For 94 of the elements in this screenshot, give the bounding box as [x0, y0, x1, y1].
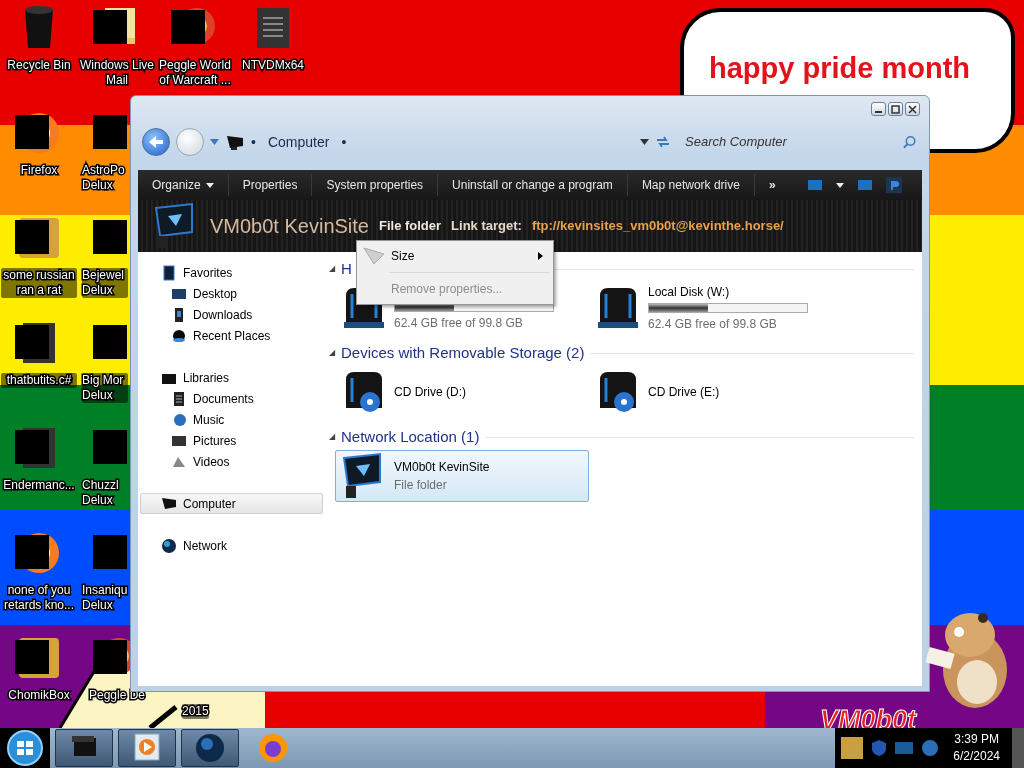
icon-label[interactable]: ChomikBox [1, 688, 77, 703]
wallpaper-text: VM0b0t [820, 704, 917, 737]
globe-icon [194, 732, 226, 764]
monitor-icon [225, 134, 245, 150]
clock[interactable]: 3:39 PM 6/2/2024 [947, 731, 1006, 765]
document-icon [171, 390, 187, 407]
icon-label[interactable]: Big Mor Delux [82, 373, 128, 403]
caret-icon [205, 182, 214, 188]
icon-label[interactable]: Recycle Bin [1, 58, 77, 73]
icon-label[interactable]: none of you retards kno... [1, 583, 77, 613]
drive-tile[interactable]: VM0b0t KevinSite File folder [335, 450, 589, 502]
breadcrumb-separator[interactable]: • [341, 131, 347, 153]
media-player-icon [131, 732, 163, 764]
help-icon[interactable] [885, 177, 902, 193]
collapse-arrow[interactable]: ◢ [329, 431, 335, 443]
menu-item[interactable]: Size [359, 243, 551, 269]
nav-item[interactable]: Downloads [140, 304, 323, 325]
group-header[interactable]: H [341, 257, 352, 281]
icon-label[interactable]: NTVDMx64 [235, 58, 311, 73]
toolbar-button[interactable]: Map network drive [627, 174, 755, 196]
icon-label[interactable]: Bejewel Delux [82, 268, 128, 298]
nav-item[interactable]: Computer [140, 493, 323, 514]
nav-item[interactable]: Music [140, 409, 323, 430]
submenu-arrow-icon [538, 252, 543, 260]
collapse-arrow[interactable]: ◢ [329, 263, 335, 275]
nav-item[interactable]: Pictures [140, 430, 323, 451]
app-icon[interactable] [841, 737, 864, 759]
nav-item[interactable]: Libraries [140, 367, 323, 388]
nav-item[interactable]: Recent Places [140, 325, 323, 346]
bubble-text: happy pride month [709, 51, 970, 86]
view-icon[interactable] [807, 180, 822, 190]
sphere-icon [171, 327, 187, 344]
icon-label[interactable]: some russian ran a rat [1, 268, 77, 298]
nav-item[interactable]: Documents [140, 388, 323, 409]
drive-name: VM0b0t KevinSite [394, 459, 490, 476]
monitor-icon[interactable] [895, 742, 914, 754]
icon-label[interactable]: Insaniqu Delux [82, 583, 128, 613]
drive-name: CD Drive (E:) [648, 384, 720, 401]
link-target: ftp://kevinsites_vm0b0t@kevinthe.horse/ [531, 217, 784, 236]
free-space: 62.4 GB free of 99.8 GB [394, 314, 524, 332]
toolbar-button[interactable]: Properties [228, 174, 313, 196]
toolbar-button[interactable]: Organize [138, 174, 229, 196]
icon-label[interactable]: Endermanc... [1, 478, 77, 493]
breadcrumb[interactable]: Computer [261, 131, 336, 153]
search-field[interactable]: Search Computer [683, 131, 903, 153]
icon-label[interactable]: 2015 [182, 704, 209, 719]
toolbar-button[interactable]: Uninstall or change a program [438, 174, 628, 196]
search-icon[interactable] [902, 135, 916, 149]
monitor-icon [161, 495, 177, 512]
taskbar-button[interactable] [55, 729, 113, 767]
drive-tile[interactable]: CD Drive (D:) [335, 366, 589, 418]
dropdown-arrow-icon[interactable] [640, 139, 649, 145]
icon-label[interactable]: Peggle World of Warcraft ... [157, 58, 233, 88]
close-button[interactable] [905, 102, 920, 116]
nav-item[interactable]: Favorites [140, 262, 323, 283]
item-type: File folder [379, 217, 442, 236]
caret-icon[interactable] [835, 182, 844, 188]
group-header[interactable]: Network Location (1) [341, 425, 480, 449]
back-arrow-icon [148, 135, 164, 149]
paper-plane-icon [363, 246, 385, 266]
minimize-button[interactable] [871, 102, 886, 116]
taskbar-button[interactable] [118, 729, 176, 767]
nav-item[interactable]: Desktop [140, 283, 323, 304]
item-name: VM0b0t KevinSite [210, 214, 369, 239]
shield-icon[interactable] [871, 739, 888, 757]
toolbar-button[interactable]: System properties [312, 174, 439, 196]
globe-icon [161, 537, 177, 554]
windows-logo-icon [7, 730, 43, 766]
refresh-icon[interactable] [655, 135, 671, 149]
collapse-arrow[interactable]: ◢ [329, 347, 335, 359]
maximize-icon [891, 104, 900, 114]
group-header[interactable]: Devices with Removable Storage (2) [341, 341, 585, 365]
start-button[interactable] [0, 728, 50, 768]
drive-name: CD Drive (D:) [394, 384, 466, 401]
nav-item[interactable]: Network [140, 535, 323, 556]
free-space: 62.4 GB free of 99.8 GB [648, 316, 778, 333]
field-label: Link target: [451, 217, 522, 236]
drive-tile[interactable]: Local Disk (W:) 62.4 GB free of 99.8 GB [589, 282, 843, 334]
item-type: File folder [394, 477, 448, 494]
music-icon [171, 411, 187, 428]
maximize-button[interactable] [888, 102, 903, 116]
icon-label[interactable]: thatbutits.c# [1, 373, 77, 388]
nav-item[interactable]: Videos [140, 451, 323, 472]
browser-icon [257, 732, 289, 764]
drive-tile[interactable]: CD Drive (E:) [589, 366, 843, 418]
minimize-icon [875, 111, 882, 113]
drive-name: Local Disk (W:) [648, 284, 731, 301]
preview-pane-icon[interactable] [857, 180, 872, 190]
close-icon [908, 104, 917, 114]
more-button[interactable]: » [754, 174, 790, 196]
icon-label[interactable]: Chuzzl Delux [82, 478, 128, 508]
icon-label[interactable]: Windows Live Mail [79, 58, 155, 88]
breadcrumb-separator[interactable]: • [251, 131, 256, 153]
back-button[interactable] [142, 128, 170, 156]
